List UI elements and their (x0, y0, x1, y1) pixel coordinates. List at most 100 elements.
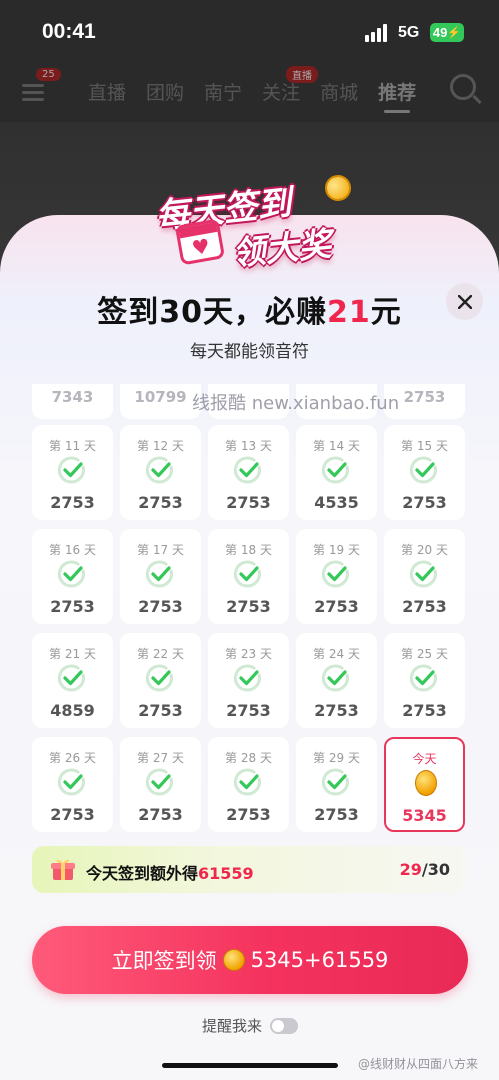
day-label: 第 18 天 (225, 543, 272, 557)
search-icon (450, 74, 476, 100)
day-cell[interactable]: 第 29 天 2753 (296, 737, 377, 832)
checkmark-icon (145, 559, 175, 589)
signal-icon (365, 24, 389, 42)
cta-label-prefix: 立即签到领 (111, 949, 217, 973)
title-suffix: 元 (370, 295, 402, 330)
status-time: 00:41 (42, 20, 96, 43)
checkmark-icon (145, 663, 175, 693)
day-label: 第 17 天 (137, 543, 184, 557)
day-cell[interactable]: 第 28 天 2753 (208, 737, 289, 832)
cta-label-amount: 5345+61559 (250, 948, 389, 972)
bg-tab-4: 南宁 (204, 82, 243, 104)
corner-watermark: @线财财从四面八方来 (358, 1057, 479, 1071)
day-reward-value: 4859 (50, 701, 95, 720)
title-prefix: 签到30天，必赚 (97, 295, 327, 330)
day-reward-value: 2753 (226, 805, 271, 824)
day-cell[interactable]: 第 18 天 2753 (208, 529, 289, 624)
checkmark-icon (409, 455, 439, 485)
checkmark-icon (57, 663, 87, 693)
checkmark-icon (233, 455, 263, 485)
bg-tab-6: 商城 (320, 82, 359, 104)
bonus-bar: 今天签到额外得61559 29/30 (32, 846, 466, 893)
sheet-title: 签到30天，必赚21元 (0, 287, 499, 331)
day-cell[interactable]: 第 27 天 2753 (120, 737, 201, 832)
day-label: 第 15 天 (401, 439, 448, 453)
day-label: 第 16 天 (49, 543, 96, 557)
day-reward-value: 2753 (226, 597, 271, 616)
bonus-text-prefix: 今天签到额外得 (86, 864, 199, 883)
watermark: 线报酷 new.xianbao.fun (192, 393, 400, 414)
checkin-claim-button[interactable]: 立即签到领 5345+61559 (32, 926, 468, 994)
day-label: 第 12 天 (137, 439, 184, 453)
menu-icon (22, 84, 44, 101)
day-cell[interactable]: 第 16 天 2753 (32, 529, 113, 624)
day-cell[interactable]: 第 15 天 2753 (384, 425, 465, 520)
day-cell[interactable]: 第 17 天 2753 (120, 529, 201, 624)
bg-tab-recommend: 推荐 (378, 78, 416, 113)
day-cell[interactable]: 第 19 天 2753 (296, 529, 377, 624)
day-cell[interactable]: 第 13 天 2753 (208, 425, 289, 520)
day-label: 第 21 天 (49, 647, 96, 661)
bonus-amount: 61559 (198, 864, 254, 883)
day-cell[interactable]: 第 12 天 2753 (120, 425, 201, 520)
day-cell[interactable]: 第 22 天 2753 (120, 633, 201, 728)
day-reward-value: 2753 (50, 493, 95, 512)
banner-line-2: 领大奖 (230, 223, 334, 274)
background-tabs: 直播 团购 南宁 关注 商城 推荐 (88, 78, 416, 113)
checkmark-icon (321, 455, 351, 485)
close-icon (457, 294, 472, 309)
day-reward-value: 2753 (50, 805, 95, 824)
day-reward-value: 5345 (402, 806, 447, 825)
day-reward-value: 2753 (138, 493, 183, 512)
battery-icon: 49 ⚡ (430, 23, 464, 42)
day-cell[interactable]: 第 25 天 2753 (384, 633, 465, 728)
checkmark-icon (233, 767, 263, 797)
day-reward-value: 2753 (50, 597, 95, 616)
day-label: 第 22 天 (137, 647, 184, 661)
day-label: 第 29 天 (313, 751, 360, 765)
status-bar: 00:41 5G 49 ⚡ (0, 0, 499, 62)
remind-toggle[interactable] (270, 1017, 299, 1034)
network-type: 5G (398, 24, 420, 41)
day-label: 第 28 天 (225, 751, 272, 765)
day-cell[interactable]: 第 11 天 2753 (32, 425, 113, 520)
day-cell[interactable]: 第 26 天 2753 (32, 737, 113, 832)
day-cell[interactable]: 第 23 天 2753 (208, 633, 289, 728)
day-label: 第 24 天 (313, 647, 360, 661)
checkmark-icon (409, 559, 439, 589)
home-indicator (162, 1063, 338, 1068)
previous-day-value: 7343 (51, 388, 94, 406)
checkmark-icon (145, 767, 175, 797)
day-cell[interactable]: 第 21 天 4859 (32, 633, 113, 728)
day-label: 第 19 天 (313, 543, 360, 557)
coin-icon (322, 172, 354, 204)
day-label: 第 26 天 (49, 751, 96, 765)
day-cell-today[interactable]: 今天 5345 (384, 737, 465, 832)
gift-icon (51, 859, 75, 880)
calendar-icon: ♥ (174, 218, 226, 266)
day-cell[interactable]: 第 24 天 2753 (296, 633, 377, 728)
day-reward-value: 2753 (138, 701, 183, 720)
battery-level: 49 (432, 25, 448, 40)
remind-label: 提醒我来 (202, 1017, 263, 1035)
day-reward-value: 2753 (314, 805, 359, 824)
checkmark-icon (57, 767, 87, 797)
day-label: 今天 (412, 752, 437, 766)
checkmark-icon (57, 559, 87, 589)
checkin-banner: 每天签到 ♥ 领大奖 (150, 170, 365, 273)
live-badge: 直播 (286, 66, 318, 83)
day-reward-value: 2753 (402, 493, 447, 512)
day-cell[interactable]: 第 20 天 2753 (384, 529, 465, 624)
day-reward-value: 2753 (226, 493, 271, 512)
previous-day-cell: 7343 (32, 384, 113, 419)
day-label: 第 11 天 (49, 439, 96, 453)
day-label: 第 27 天 (137, 751, 184, 765)
sheet-subtitle: 每天都能领音符 (190, 342, 309, 362)
remind-me-row: 提醒我来 (202, 1015, 299, 1036)
bonus-text: 今天签到额外得61559 (86, 860, 254, 884)
close-button[interactable] (446, 283, 483, 320)
day-reward-value: 2753 (138, 597, 183, 616)
menu-badge: 25 (36, 68, 61, 81)
checkmark-icon (409, 663, 439, 693)
day-cell[interactable]: 第 14 天 4535 (296, 425, 377, 520)
